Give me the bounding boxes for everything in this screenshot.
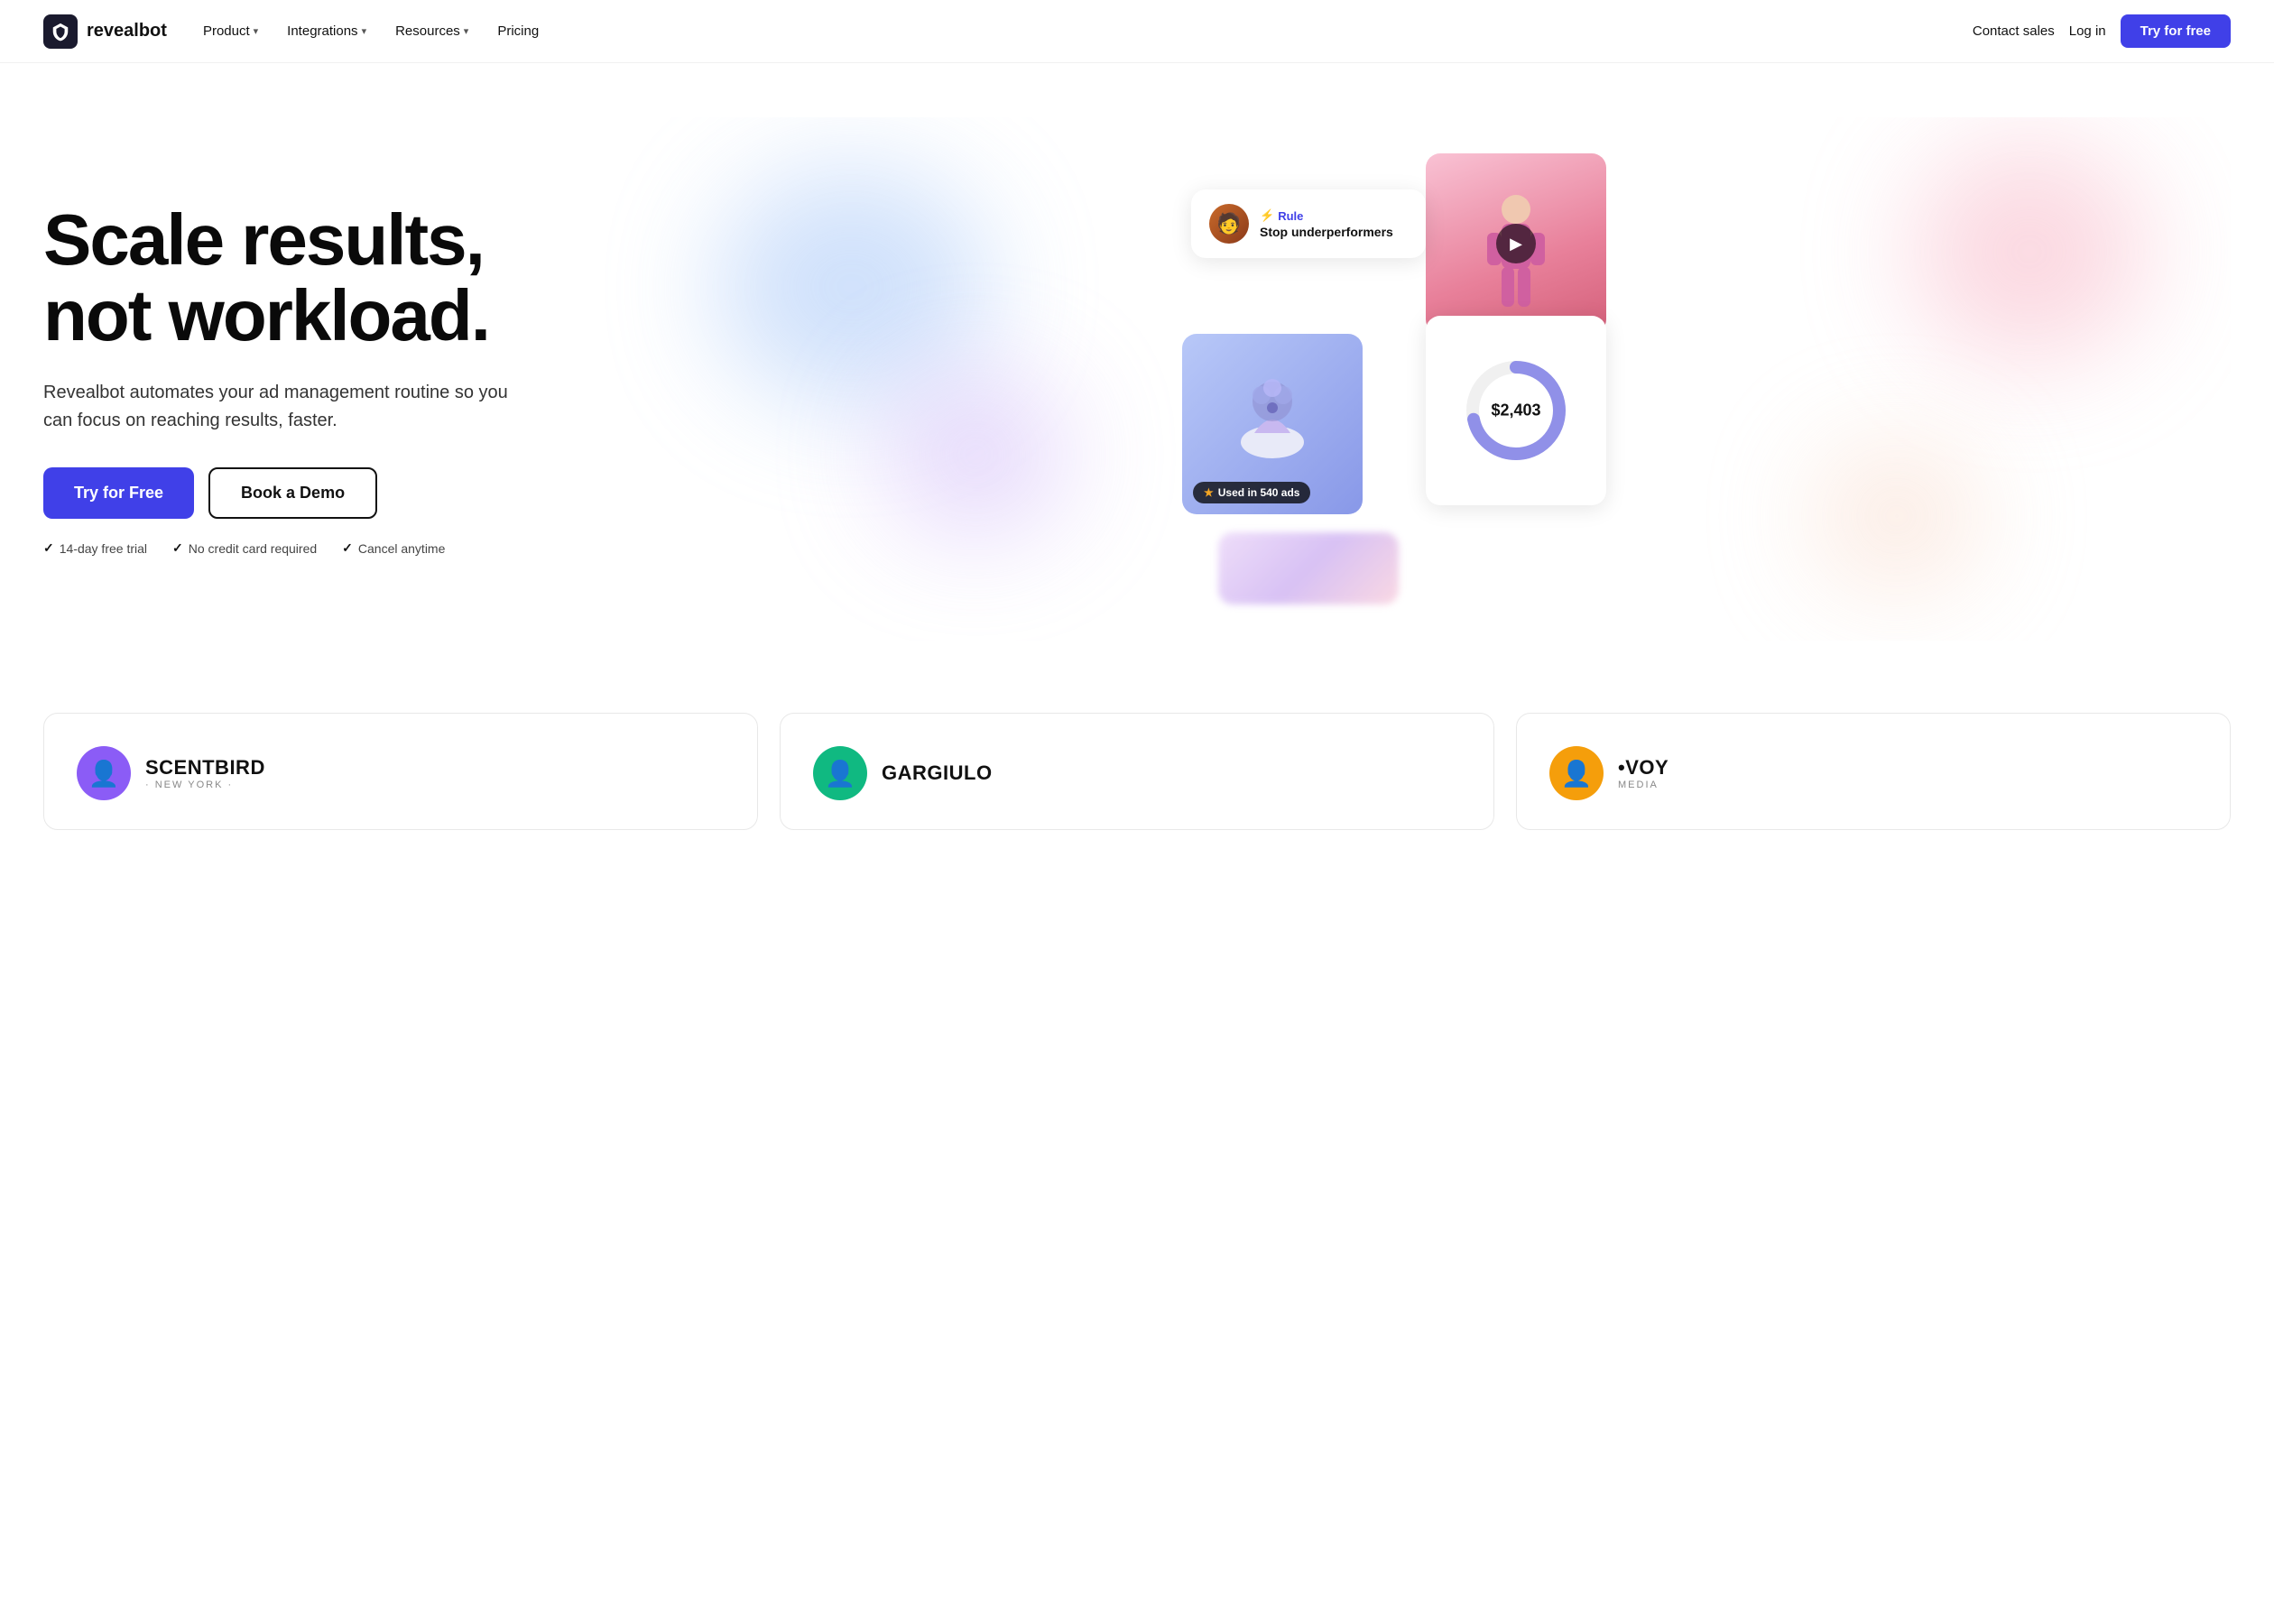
hero-cards: 🧑 ⚡ Rule Stop underperformers [1173,153,1606,604]
rule-description: Stop underperformers [1260,225,1408,239]
used-in-ads-text: Used in 540 ads [1218,486,1300,499]
brand-name: GARGIULO [882,761,993,785]
blob-peach [1816,444,1978,588]
hero-subtext: Revealbot automates your ad management r… [43,379,513,435]
used-in-ads-badge: ★ Used in 540 ads [1193,482,1310,503]
play-button[interactable]: ▶ [1496,224,1536,263]
star-icon: ★ [1204,486,1214,499]
nav-right: Contact sales Log in Try for free [1973,14,2231,48]
bottom-blur-decoration [1218,532,1399,604]
revealbot-icon [51,22,70,42]
check-cancel: ✓ Cancel anytime [342,540,445,556]
check-no-card: ✓ No credit card required [172,540,317,556]
testimonial-logo-row: 👤 GARGIULO [813,746,1461,800]
testimonial-brand-gargiulo: GARGIULO [882,761,993,785]
try-free-button[interactable]: Try for Free [43,467,194,519]
testimonial-card-gargiulo: 👤 GARGIULO [780,713,1494,830]
hero-buttons: Try for Free Book a Demo [43,467,513,519]
avatar-gargiulo: 👤 [813,746,867,800]
nav-menu: Product ▾ Integrations ▾ Resources ▾ Pri… [190,16,551,46]
donut-chart: $2,403 [1462,356,1570,465]
brand-sub: MEDIA [1618,780,1669,790]
avatar: 🧑 [1209,204,1249,244]
bolt-icon: ⚡ [1260,208,1274,223]
book-demo-button[interactable]: Book a Demo [208,467,377,519]
login-link[interactable]: Log in [2069,23,2106,39]
logo-icon [43,14,78,49]
testimonial-logo-row: 👤 SCENTBIRD · NEW YORK · [77,746,725,800]
rule-label: ⚡ Rule [1260,208,1408,223]
chevron-down-icon: ▾ [254,25,259,37]
rule-card: 🧑 ⚡ Rule Stop underperformers [1191,189,1426,258]
contact-sales-link[interactable]: Contact sales [1973,23,2055,39]
hero-section: Scale results, not workload. Revealbot a… [0,63,2274,677]
fitness-ad-card: ▶ [1426,153,1606,334]
nav-item-pricing[interactable]: Pricing [485,16,551,46]
donut-chart-card: $2,403 [1426,316,1606,505]
flower-ad-card: ★ Used in 540 ads [1182,334,1363,514]
brand-name: •VOY [1618,756,1669,780]
logo-text: revealbot [87,21,167,42]
donut-value: $2,403 [1491,401,1540,420]
testimonials-section: 👤 SCENTBIRD · NEW YORK · 👤 GARGIULO 👤 •V… [0,677,2274,866]
hero-visual: 🧑 ⚡ Rule Stop underperformers [549,144,2231,614]
testimonial-brand-voy: •VOY MEDIA [1618,756,1669,790]
nav-item-integrations[interactable]: Integrations ▾ [274,16,379,46]
hero-headline: Scale results, not workload. [43,202,513,354]
hero-content: Scale results, not workload. Revealbot a… [43,202,513,556]
testimonial-card-voy: 👤 •VOY MEDIA [1516,713,2231,830]
hero-checks: ✓ 14-day free trial ✓ No credit card req… [43,540,513,556]
brand-sub: · NEW YORK · [145,780,265,790]
testimonial-brand-scentbird: SCENTBIRD · NEW YORK · [145,756,265,790]
navbar: revealbot Product ▾ Integrations ▾ Resou… [0,0,2274,63]
logo[interactable]: revealbot [43,14,167,49]
check-trial: ✓ 14-day free trial [43,540,147,556]
nav-item-resources[interactable]: Resources ▾ [383,16,481,46]
rule-text: ⚡ Rule Stop underperformers [1260,208,1408,239]
shoe-flower-icon [1227,370,1317,478]
avatar-scentbird: 👤 [77,746,131,800]
chevron-down-icon: ▾ [464,25,469,37]
chevron-down-icon: ▾ [362,25,367,37]
brand-name: SCENTBIRD [145,756,265,780]
nav-try-free-button[interactable]: Try for free [2121,14,2231,48]
testimonial-card-scentbird: 👤 SCENTBIRD · NEW YORK · [43,713,758,830]
blob-blue [716,170,987,404]
flower-image: ★ Used in 540 ads [1182,334,1363,514]
testimonial-logo-row: 👤 •VOY MEDIA [1549,746,2197,800]
nav-item-product[interactable]: Product ▾ [190,16,271,46]
avatar-voy: 👤 [1549,746,1604,800]
blob-purple [885,374,1066,536]
blob-pink [1912,143,2147,360]
